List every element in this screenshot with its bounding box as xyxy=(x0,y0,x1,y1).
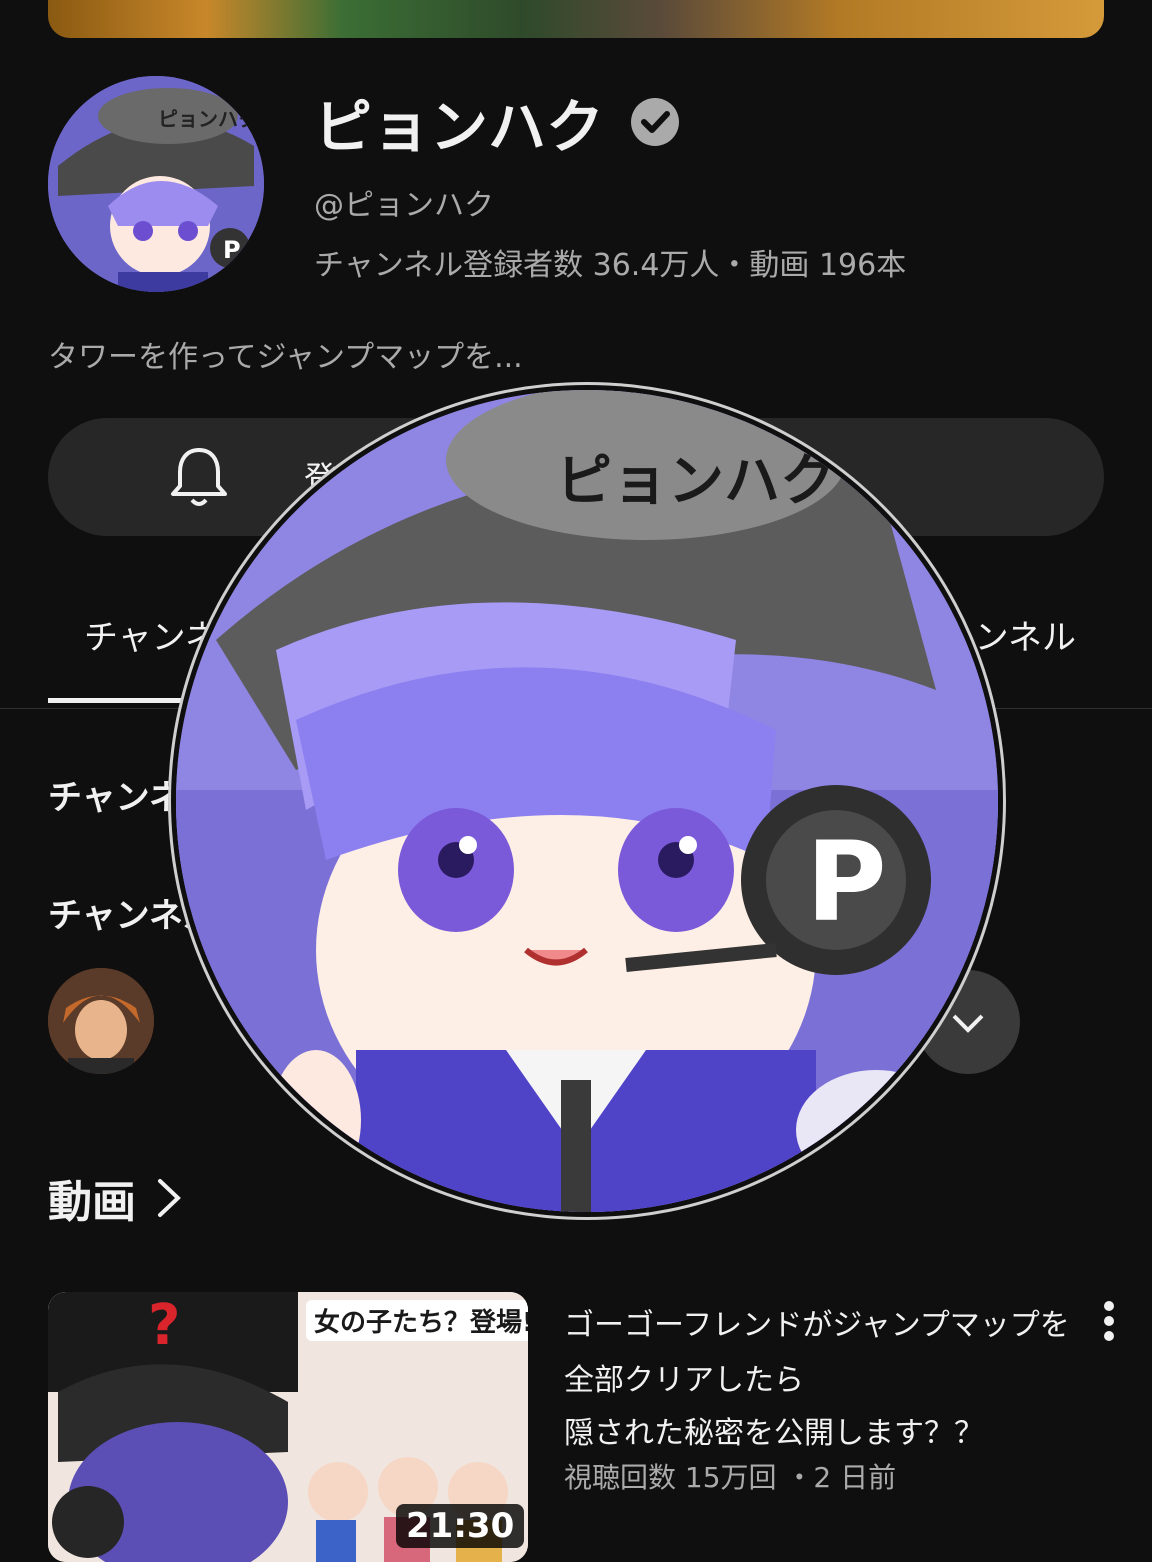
channel-banner xyxy=(48,0,1104,38)
svg-text:ピョンハク: ピョンハク xyxy=(158,107,258,131)
thumbnail-caption: 女の子たち？登場! xyxy=(306,1300,528,1341)
bell-icon xyxy=(171,448,227,506)
channel-avatar[interactable]: ピョンハク P xyxy=(48,76,264,292)
video-title-line-2[interactable]: 全部クリアしたら xyxy=(564,1355,804,1399)
channel-description[interactable]: タワーを作ってジャンプマップを... xyxy=(48,332,523,376)
channel-name: ピョンハク xyxy=(314,80,680,164)
videos-section-title: 動画 xyxy=(48,1177,136,1228)
svg-text:P: P xyxy=(223,236,241,264)
channel-handle: @ピョンハク xyxy=(314,188,494,223)
avatar-preview: ピョンハク P xyxy=(176,390,998,1212)
featured-avatar-image xyxy=(48,968,154,1074)
more-options-icon[interactable] xyxy=(1094,1300,1124,1342)
video-meta: 視聴回数 15万回 ・2 日前 xyxy=(564,1461,897,1494)
video-title-line-3[interactable]: 隠された秘密を公開します？？ xyxy=(564,1408,984,1452)
video-title-line-1[interactable]: ゴーゴーフレンドがジャンプマップを xyxy=(564,1300,1070,1344)
videos-section-header[interactable]: 動画 xyxy=(48,1166,184,1230)
svg-text:?: ? xyxy=(148,1293,180,1358)
verified-icon xyxy=(631,98,680,146)
chevron-right-icon xyxy=(158,1179,181,1217)
avatar-illustration: ピョンハク P xyxy=(48,76,264,292)
avatar-preview-illustration: ピョンハク P xyxy=(176,390,998,1212)
video-thumbnail[interactable]: ? 女の子たち？登場! 21:30 xyxy=(48,1292,528,1562)
featured-channel-avatar[interactable] xyxy=(48,968,154,1074)
svg-text:P: P xyxy=(806,818,887,946)
svg-text:ピョンハク: ピョンハク xyxy=(556,449,836,514)
channel-stats: チャンネル登録者数 36.4万人・動画 196本 xyxy=(314,248,907,283)
video-duration: 21:30 xyxy=(396,1504,525,1548)
channel-name-text: ピョンハク xyxy=(314,93,605,161)
